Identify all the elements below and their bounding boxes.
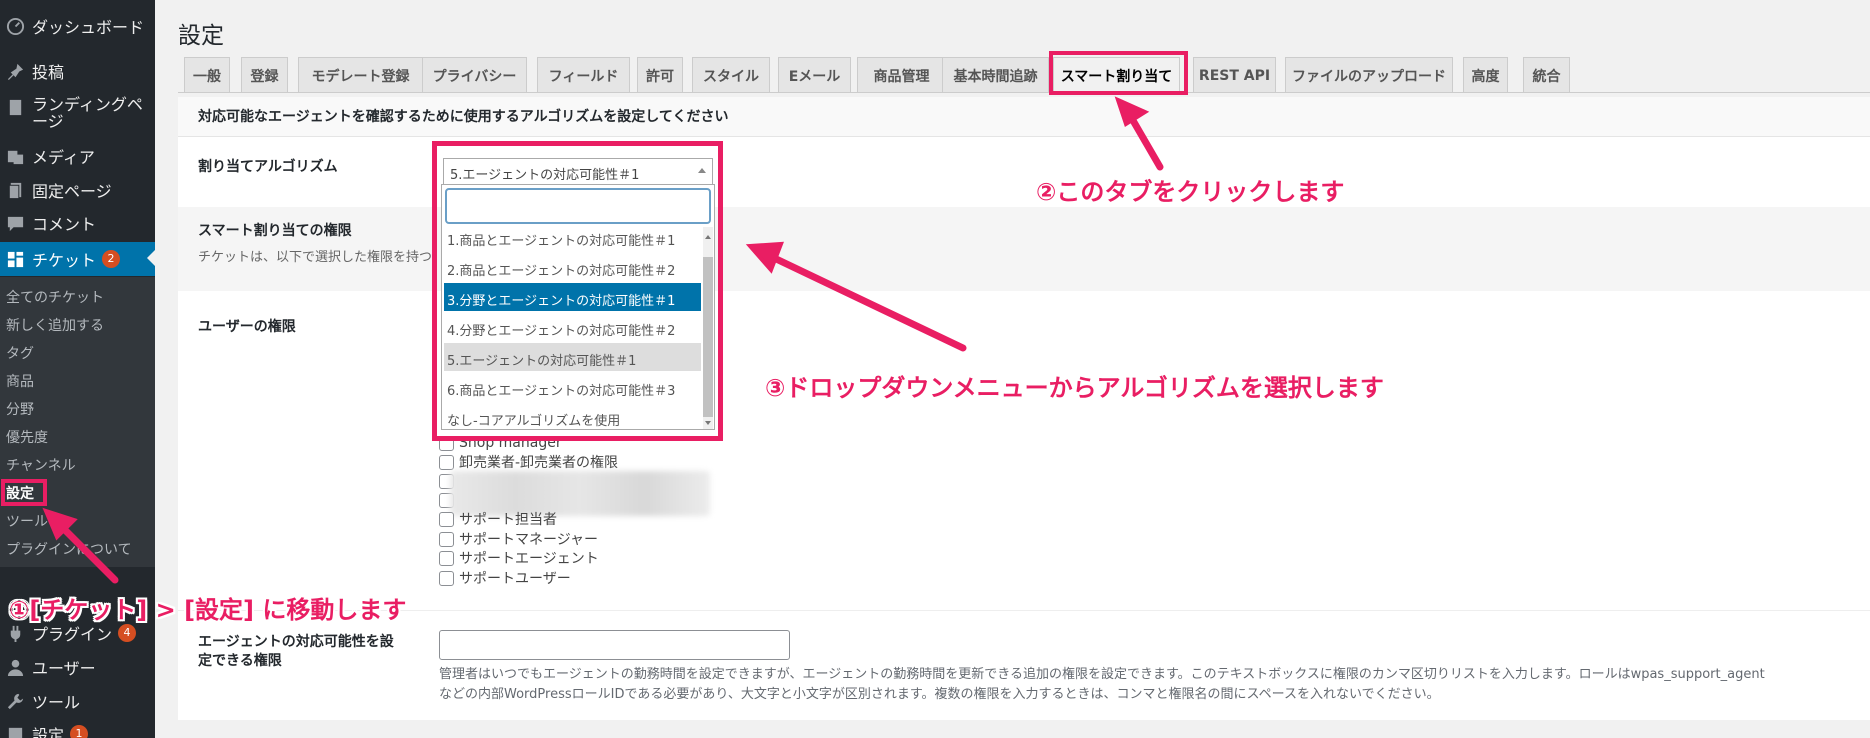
settings-intro-text: 対応可能なエージェントを確認するために使用するアルゴリズムを設定してください [198, 109, 729, 125]
smart-permission-desc: チケットは、以下で選択した権限を持つ [198, 250, 433, 265]
availability-help-text: 管理者はいつでもエージェントの勤務時間を設定できますが、エージェントの勤務時間を… [439, 665, 1859, 705]
role-checkbox-row[interactable]: 卸売業者-卸売業者の権限 [439, 453, 618, 471]
checkbox[interactable] [439, 454, 454, 470]
availability-help-line1: 管理者はいつでもエージェントの勤務時間を設定できますが、エージェントの勤務時間を… [439, 667, 1765, 682]
current-menu-arrow [147, 249, 156, 267]
comment-icon [4, 212, 26, 234]
role-label: サポート担当者 [459, 512, 557, 528]
role-checkbox-row[interactable]: サポートユーザー [439, 569, 571, 587]
tab-rest-api[interactable]: REST API [1193, 57, 1276, 93]
pin-icon [4, 60, 26, 82]
callout-step-2: ②このタブをクリックします [1036, 178, 1345, 206]
role-label: 卸売業者-卸売業者の権限 [459, 455, 619, 471]
checkbox[interactable] [439, 511, 454, 527]
landing-page-icon [4, 96, 26, 118]
settings-tabs: 一般 登録 モデレート登録 プライバシー フィールド 許可 スタイル Eメール … [184, 57, 1870, 94]
tab-file-upload[interactable]: ファイルのアップロード [1285, 57, 1453, 93]
dropdown-highlight-box [432, 141, 723, 441]
submenu-about[interactable]: プラグインについて [6, 539, 132, 559]
submenu-priority[interactable]: 優先度 [6, 427, 48, 447]
role-checkbox-row[interactable]: サポートマネージャー [439, 530, 598, 548]
callout-step-3: ③ドロップダウンメニューからアルゴリズムを選択します [765, 374, 1384, 402]
role-checkbox-row[interactable]: サポート担当者 [439, 510, 557, 528]
menu-media-label: メディア [32, 148, 95, 167]
page-title: 設定 [178, 23, 224, 49]
menu-media[interactable]: メディア [0, 140, 155, 172]
availability-label-line2: 定できる権限 [198, 653, 282, 669]
menu-landing-pages-label: ランディングページ [32, 95, 143, 131]
menu-settings[interactable]: 設定 1 [0, 718, 155, 738]
tab-product-management[interactable]: 商品管理 [857, 57, 946, 93]
submenu-tools[interactable]: ツール [6, 511, 48, 531]
pages-icon [4, 179, 26, 201]
admin-sidebar: ダッシュボード 投稿 ランディングページ メディア 固定ページ コメント チケッ… [0, 0, 156, 738]
menu-tickets[interactable]: チケット 2 [0, 242, 155, 276]
availability-label-line1: エージェントの対応可能性を設 [198, 634, 394, 650]
menu-posts-label: 投稿 [32, 63, 65, 82]
tools-icon [4, 690, 26, 712]
tab-privacy[interactable]: プライバシー [422, 57, 527, 93]
settings-highlight-box [1, 479, 47, 506]
ticket-icon [4, 248, 26, 270]
menu-comments[interactable]: コメント [0, 207, 155, 239]
tab-email[interactable]: Eメール [778, 57, 851, 93]
dashboard-icon [4, 15, 26, 37]
settings-icon [4, 723, 26, 738]
media-icon [4, 145, 26, 167]
tab-moderated-registration[interactable]: モデレート登録 [298, 57, 423, 93]
callout-step-1: ①[チケット] > [設定] に移動します [9, 596, 407, 624]
submenu-departments[interactable]: 分野 [6, 399, 34, 419]
menu-users-label: ユーザー [32, 659, 96, 678]
availability-help-line2: などの内部WordPressロールIDである必要があり、大文字と小文字が区別され… [439, 687, 1440, 702]
role-label: サポートユーザー [459, 571, 571, 587]
submenu-channels[interactable]: チャンネル [6, 455, 76, 475]
tab-permissions[interactable]: 許可 [637, 57, 683, 93]
menu-comments-label: コメント [32, 215, 97, 234]
submenu-add-new[interactable]: 新しく追加する [6, 315, 104, 335]
menu-tools-label: ツール [32, 693, 81, 712]
availability-permission-input[interactable] [439, 630, 790, 660]
checkbox[interactable] [439, 550, 454, 566]
menu-tickets-label: チケット [32, 251, 97, 270]
settings-count-badge: 1 [70, 725, 89, 738]
smart-permission-label: スマート割り当ての権限 [198, 223, 352, 239]
menu-dashboard[interactable]: ダッシュボード [0, 10, 155, 42]
menu-dashboard-label: ダッシュボード [32, 18, 145, 37]
submenu-all-tickets[interactable]: 全てのチケット [6, 287, 104, 307]
menu-pages[interactable]: 固定ページ [0, 174, 155, 206]
user-icon [4, 656, 26, 678]
tab-registration[interactable]: 登録 [241, 57, 288, 93]
role-checkbox-row[interactable]: サポートエージェント [439, 549, 599, 567]
app-window: ダッシュボード 投稿 ランディングページ メディア 固定ページ コメント チケッ… [0, 0, 1870, 738]
menu-posts[interactable]: 投稿 [0, 55, 155, 87]
algorithm-label: 割り当てアルゴリズム [198, 159, 338, 175]
role-label: サポートエージェント [459, 551, 599, 567]
user-permission-label: ユーザーの権限 [198, 319, 296, 335]
tabs-divider [178, 92, 1870, 93]
tab-fields[interactable]: フィールド [537, 57, 630, 93]
tab-advanced[interactable]: 高度 [1463, 57, 1508, 93]
tickets-submenu: 全てのチケット 新しく追加する タグ 商品 分野 優先度 チャンネル 設定 ツー… [0, 277, 155, 567]
checkbox[interactable] [439, 570, 454, 586]
tab-time-tracking[interactable]: 基本時間追跡 [942, 57, 1049, 93]
submenu-tags[interactable]: タグ [6, 343, 34, 363]
plugin-icon [4, 622, 26, 644]
tab-highlight-box [1049, 51, 1188, 95]
menu-landing-pages[interactable]: ランディングページ [0, 92, 155, 134]
submenu-products[interactable]: 商品 [6, 371, 34, 391]
tickets-count-badge: 2 [102, 250, 121, 268]
plugins-count-badge: 4 [118, 624, 137, 642]
menu-tools[interactable]: ツール [0, 685, 155, 717]
tab-integration[interactable]: 統合 [1523, 57, 1570, 93]
role-label: サポートマネージャー [459, 532, 599, 548]
menu-users[interactable]: ユーザー [0, 651, 155, 683]
tab-general[interactable]: 一般 [184, 57, 230, 93]
menu-pages-label: 固定ページ [32, 182, 112, 201]
tab-style[interactable]: スタイル [692, 57, 770, 93]
checkbox[interactable] [439, 531, 454, 547]
menu-settings-label: 設定 [32, 726, 65, 738]
